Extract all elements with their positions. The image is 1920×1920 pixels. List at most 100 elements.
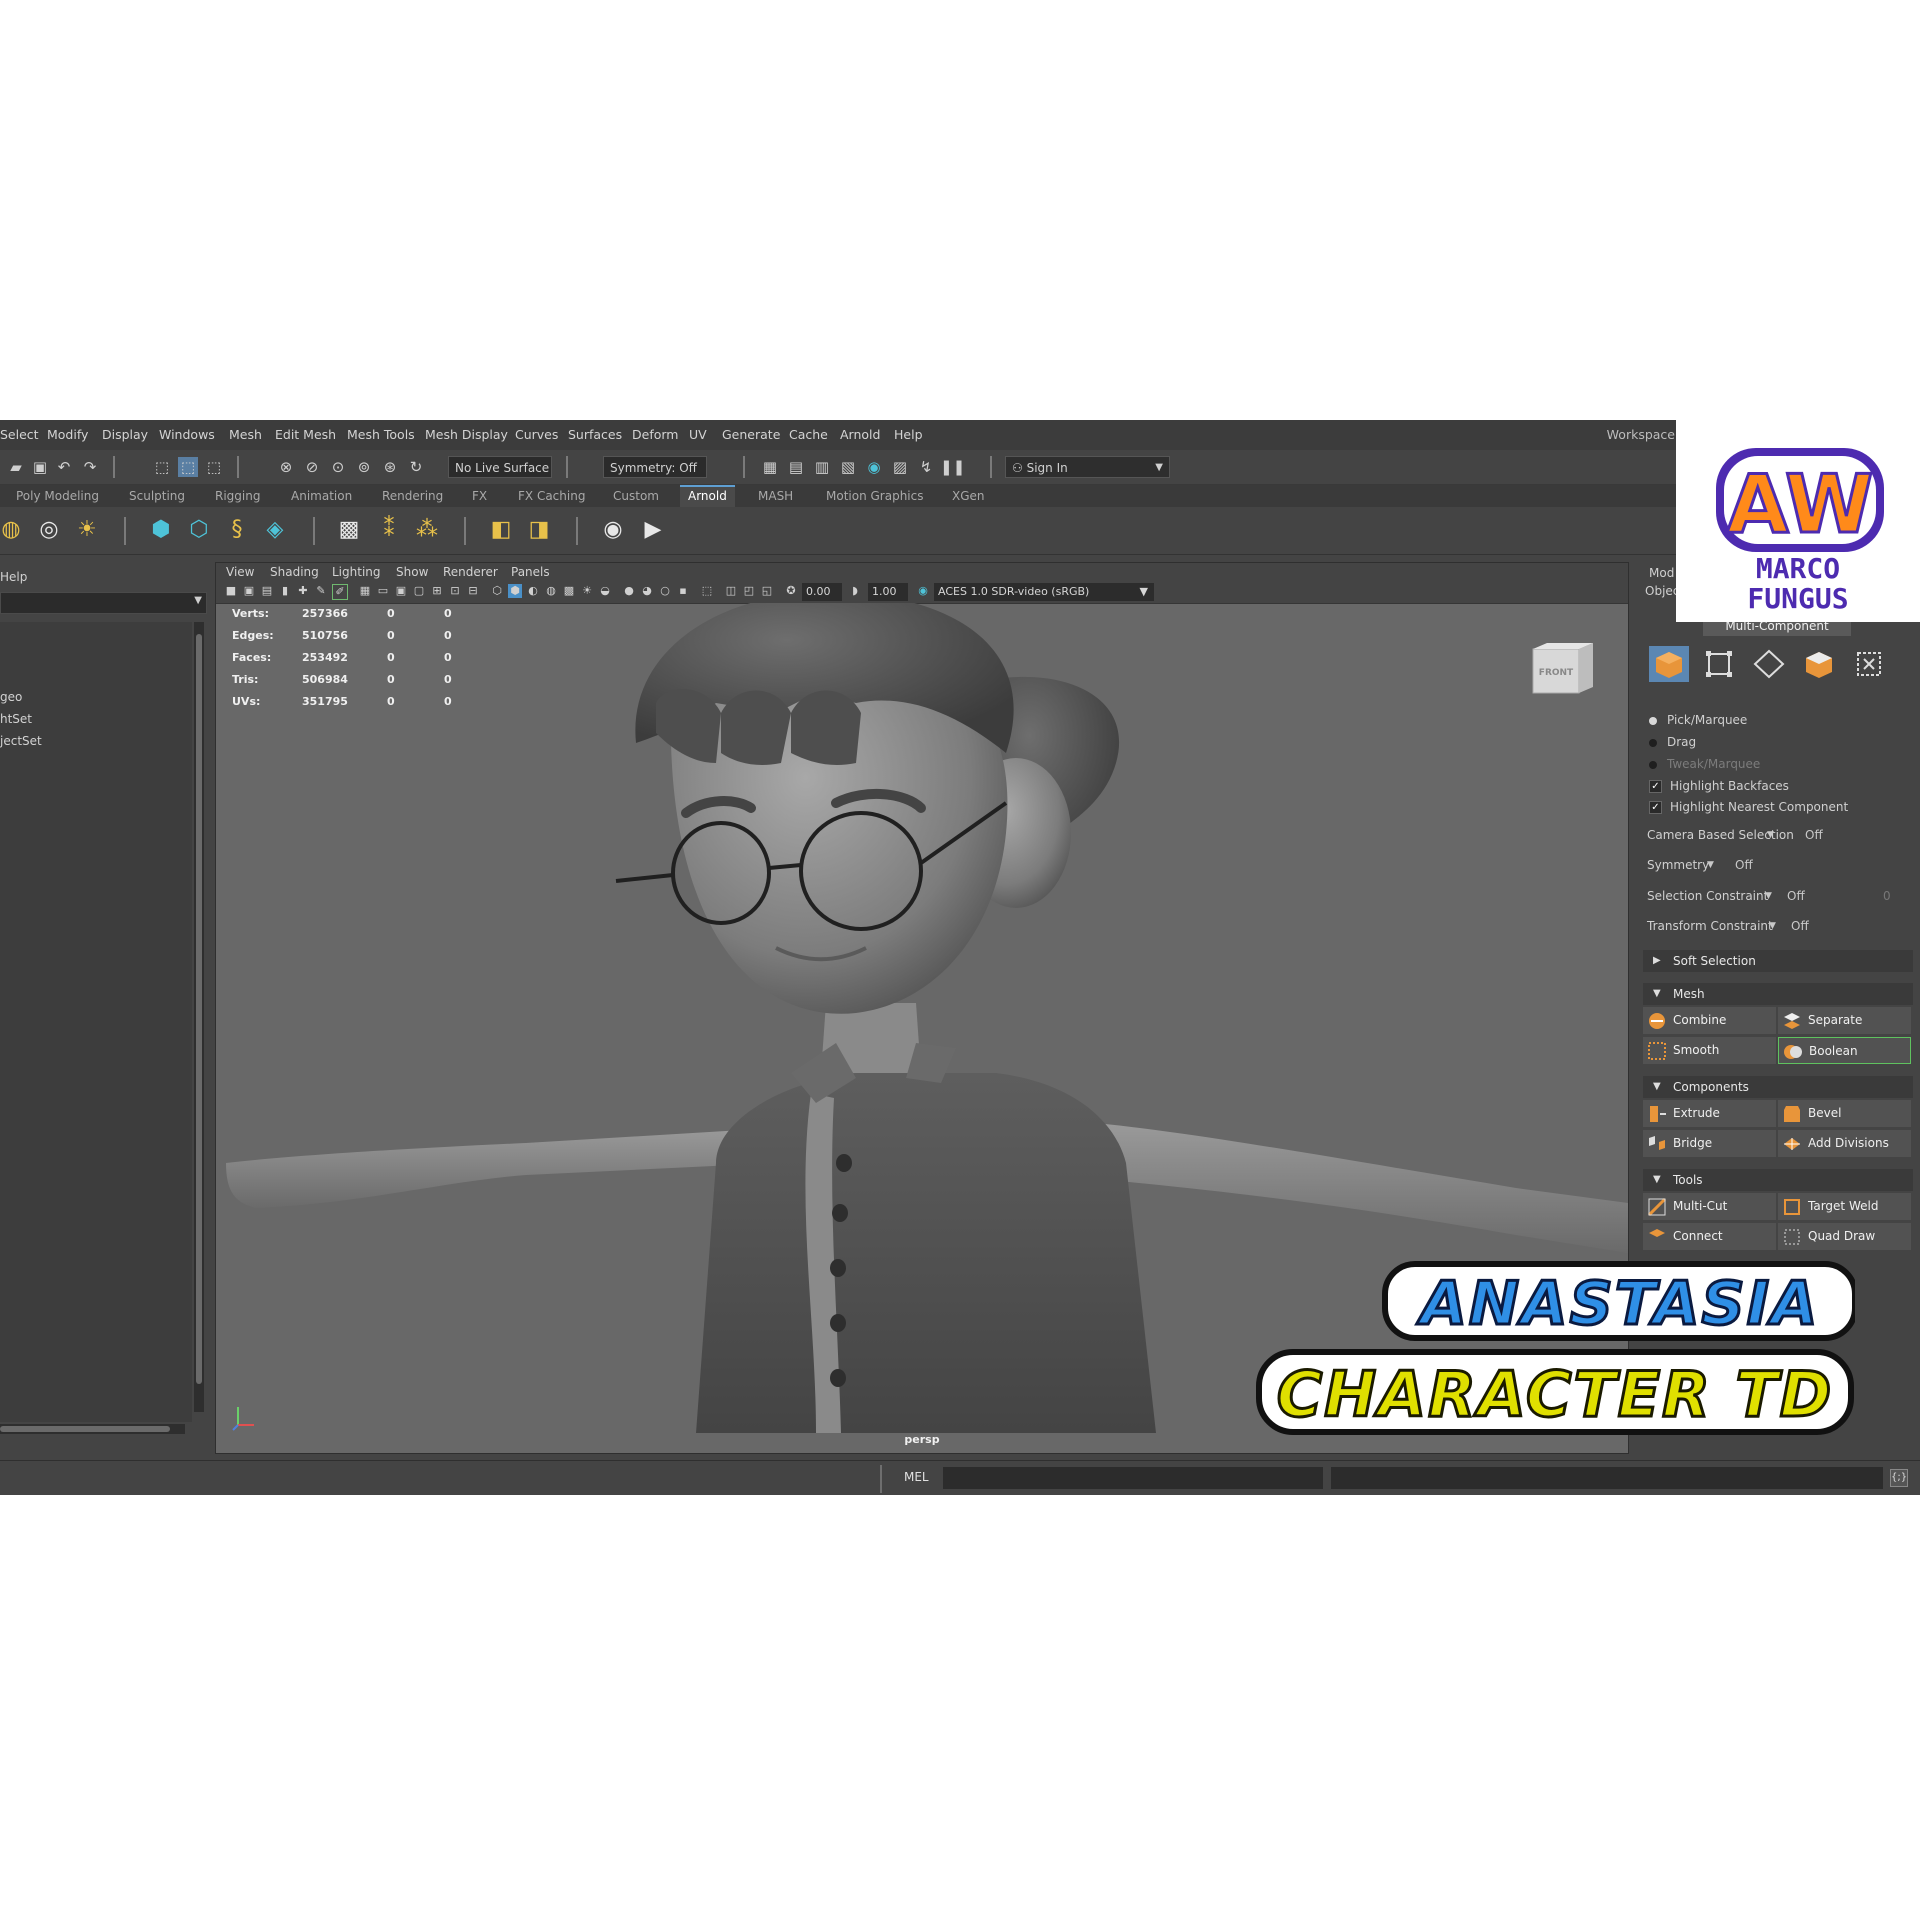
mel-label[interactable]: MEL: [904, 1470, 929, 1484]
tab-motion-graphics[interactable]: Motion Graphics: [818, 485, 932, 507]
menu-windows[interactable]: Windows: [159, 420, 215, 450]
redo-icon[interactable]: ↷: [80, 457, 100, 477]
bookmark-icon[interactable]: ▤: [260, 584, 274, 598]
anti-aliasing-icon[interactable]: ○: [658, 584, 672, 598]
combine-button[interactable]: Combine: [1643, 1007, 1776, 1034]
arnold-render-icon[interactable]: ▨: [890, 457, 910, 477]
exposure-field[interactable]: 0.00: [802, 583, 842, 601]
drag-radio[interactable]: Drag: [1649, 735, 1696, 749]
bevel-button[interactable]: Bevel: [1778, 1100, 1911, 1127]
uv-mode-icon[interactable]: [1849, 646, 1889, 682]
motion-blur-icon[interactable]: ◕: [640, 584, 654, 598]
use-all-lights-icon[interactable]: ☀: [580, 584, 594, 598]
tab-fx-caching[interactable]: FX Caching: [510, 485, 593, 507]
scroll-thumb[interactable]: [0, 1426, 170, 1432]
pencil-icon[interactable]: ✐: [332, 584, 348, 600]
camera-based-selection-option[interactable]: Camera Based Selection ▼ Off: [1647, 824, 1907, 846]
render-view-icon[interactable]: ▦: [760, 457, 780, 477]
command-input[interactable]: [943, 1467, 1323, 1489]
symmetry-option[interactable]: Symmetry ▼ Off: [1647, 854, 1907, 876]
face-mode-icon[interactable]: [1799, 646, 1839, 682]
tab-mash[interactable]: MASH: [750, 485, 801, 507]
textured-icon[interactable]: ▩: [562, 584, 576, 598]
menu-arnold[interactable]: Arnold: [840, 420, 880, 450]
save-icon[interactable]: ▣: [30, 457, 50, 477]
standin-icon[interactable]: ⬢: [146, 515, 176, 545]
open-folder-icon[interactable]: ▰: [6, 457, 26, 477]
chevron-down-icon[interactable]: ▼: [194, 595, 202, 606]
gamma-field[interactable]: 1.00: [868, 583, 908, 601]
quad-draw-button[interactable]: Quad Draw: [1778, 1223, 1911, 1250]
extrude-button[interactable]: Extrude: [1643, 1100, 1776, 1127]
outliner-horizontal-scrollbar[interactable]: [0, 1424, 185, 1434]
tools-section-header[interactable]: ▼ Tools: [1643, 1169, 1913, 1191]
field-chart-icon[interactable]: ⊞: [430, 584, 444, 598]
mtk-tab-mod[interactable]: Mod: [1649, 566, 1674, 580]
hypershade-icon[interactable]: ◉: [864, 457, 884, 477]
xray-joints-icon[interactable]: ◰: [742, 584, 756, 598]
remove-texture-icon[interactable]: ⁂: [412, 515, 442, 545]
outliner-item[interactable]: jectSet: [0, 734, 42, 748]
menu-select[interactable]: Select: [0, 420, 39, 450]
menu-uv[interactable]: UV: [689, 420, 707, 450]
safe-action-icon[interactable]: ⊡: [448, 584, 462, 598]
script-editor-icon[interactable]: {;}: [1890, 1469, 1908, 1487]
snap-grid-icon[interactable]: ⊗: [276, 457, 296, 477]
menu-surfaces[interactable]: Surfaces: [568, 420, 622, 450]
light-manager-icon[interactable]: ◨: [524, 515, 554, 545]
add-divisions-button[interactable]: Add Divisions: [1778, 1130, 1911, 1157]
components-section-header[interactable]: ▼ Components: [1643, 1076, 1913, 1098]
viewport-menu-view[interactable]: View: [226, 563, 254, 581]
tab-xgen[interactable]: XGen: [944, 485, 993, 507]
viewport-menu-panels[interactable]: Panels: [511, 563, 550, 581]
camera-icon[interactable]: ■: [224, 584, 238, 598]
checker-icon[interactable]: ▩: [334, 515, 364, 545]
wireframe-on-shaded-icon[interactable]: ◍: [544, 584, 558, 598]
tab-arnold[interactable]: Arnold: [680, 485, 735, 507]
depth-of-field-icon[interactable]: ▪: [676, 584, 690, 598]
mtk-tab-object[interactable]: Objec: [1645, 584, 1679, 598]
menu-deform[interactable]: Deform: [632, 420, 678, 450]
ipr-render-icon[interactable]: ▥: [812, 457, 832, 477]
isolate-select-icon[interactable]: ⬚: [700, 584, 714, 598]
menu-display[interactable]: Display: [102, 420, 148, 450]
viewport-menu-shading[interactable]: Shading: [270, 563, 319, 581]
bridge-button[interactable]: Bridge: [1643, 1130, 1776, 1157]
film-gate-icon[interactable]: ▭: [376, 584, 390, 598]
transform-constraint-option[interactable]: Transform Constraint ▼ Off: [1647, 915, 1907, 937]
highlight-backfaces-checkbox[interactable]: ✓ Highlight Backfaces: [1649, 779, 1789, 793]
smooth-shade-icon[interactable]: ⬢: [508, 584, 522, 598]
ambient-occlusion-icon[interactable]: ●: [622, 584, 636, 598]
tweak-marquee-radio[interactable]: Tweak/Marquee: [1649, 757, 1760, 771]
volume-icon[interactable]: ◈: [260, 515, 290, 545]
two-d-pan-icon[interactable]: ✚: [296, 584, 310, 598]
xray-icon[interactable]: ◫: [724, 584, 738, 598]
mesh-section-header[interactable]: ▼ Mesh: [1643, 983, 1913, 1005]
snap-vertex-icon[interactable]: ↻: [406, 457, 426, 477]
light-editor-icon[interactable]: ◧: [486, 515, 516, 545]
physical-sky-icon[interactable]: ☀: [72, 515, 102, 545]
tab-custom[interactable]: Custom: [605, 485, 667, 507]
multi-cut-button[interactable]: Multi-Cut: [1643, 1193, 1776, 1220]
select-by-component-icon[interactable]: ⬚: [204, 457, 224, 477]
menu-edit-mesh[interactable]: Edit Mesh: [275, 420, 336, 450]
menu-help[interactable]: Help: [894, 420, 923, 450]
vertex-mode-icon[interactable]: [1699, 646, 1739, 682]
soft-selection-header[interactable]: ▶ Soft Selection: [1643, 950, 1913, 972]
texture-manager-icon[interactable]: ⁑: [374, 515, 404, 545]
shadows-icon[interactable]: ◒: [598, 584, 612, 598]
pick-marquee-radio[interactable]: Pick/Marquee: [1649, 713, 1747, 727]
menu-modify[interactable]: Modify: [47, 420, 88, 450]
outliner-item[interactable]: geo: [0, 690, 22, 704]
snap-curve-icon[interactable]: ⊘: [302, 457, 322, 477]
selection-constraint-option[interactable]: Selection Constraint ▼ Off 0: [1647, 885, 1907, 907]
grease-pencil-icon[interactable]: ✎: [314, 584, 328, 598]
menu-cache[interactable]: Cache: [789, 420, 828, 450]
outliner-vertical-scrollbar[interactable]: [194, 622, 204, 1412]
color-management-icon[interactable]: ◉: [916, 584, 930, 598]
select-by-object-icon[interactable]: ⬚: [178, 457, 198, 477]
render-settings-icon[interactable]: ▧: [838, 457, 858, 477]
viewport-menu-lighting[interactable]: Lighting: [332, 563, 381, 581]
play-render-icon[interactable]: ▶: [638, 515, 668, 545]
menu-curves[interactable]: Curves: [515, 420, 558, 450]
